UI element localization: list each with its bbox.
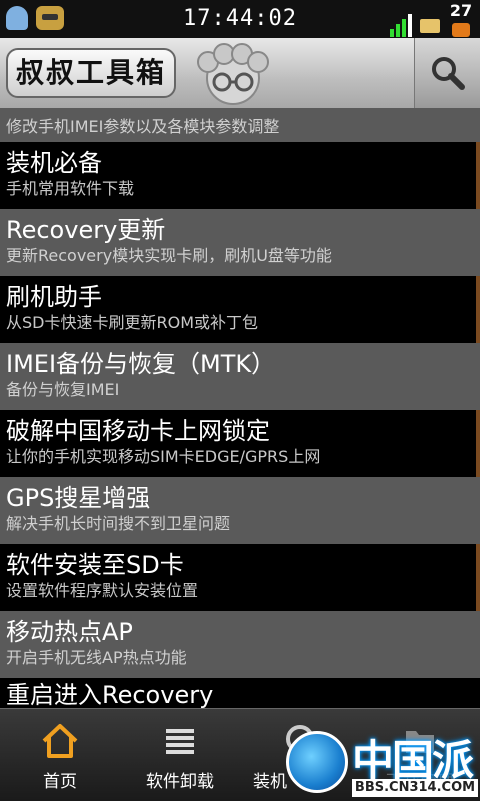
list-item-title: 重启进入Recovery — [6, 681, 214, 708]
tab-home[interactable]: 首页 — [0, 709, 120, 801]
battery-icon: 27 — [448, 1, 474, 37]
list-item[interactable]: Recovery更新 更新Recovery模块实现卡刷，刷机U盘等功能 — [0, 209, 480, 276]
list-item-title: IMEI备份与恢复（MTK） — [6, 350, 276, 378]
list-item-subtitle: 从SD卡快速卡刷更新ROM或补丁包 — [6, 313, 258, 332]
watermark-logo: 中国派 BBS.CN314.COM — [278, 723, 480, 801]
list-item-subtitle: 让你的手机实现移动SIM卡EDGE/GPRS上网 — [6, 447, 321, 466]
list-item-subtitle: 更新Recovery模块实现卡刷，刷机U盘等功能 — [6, 246, 332, 265]
list-item[interactable]: 刷机助手 从SD卡快速卡刷更新ROM或补丁包 — [0, 276, 480, 343]
watermark-circle-icon — [286, 731, 348, 793]
list-item[interactable]: IMEI备份与恢复（MTK） 备份与恢复IMEI — [0, 343, 480, 410]
mascot-icon — [197, 43, 269, 105]
list-item-subtitle: 手机常用软件下载 — [6, 179, 135, 198]
list-item[interactable]: 破解中国移动卡上网锁定 让你的手机实现移动SIM卡EDGE/GPRS上网 — [0, 410, 480, 477]
tab-label: 首页 — [43, 772, 77, 792]
list-item-title: 装机必备 — [6, 149, 102, 177]
list-item-title: Recovery更新 — [6, 216, 166, 244]
list-item[interactable]: 修改手机IMEI参数以及各模块参数调整 — [0, 108, 480, 142]
list-item[interactable]: 软件安装至SD卡 设置软件程序默认安装位置 — [0, 544, 480, 611]
status-bar: 17:44:02 27 — [0, 0, 480, 38]
list-item[interactable]: 移动热点AP 开启手机无线AP热点功能 — [0, 611, 480, 678]
bottom-nav: 首页 软件卸载 装机 下载管理 中国派 BBS.CN314.COM — [0, 708, 480, 801]
signal-icon — [390, 11, 412, 37]
list-item[interactable]: 装机必备 手机常用软件下载 — [0, 142, 480, 209]
list-item[interactable]: 重启进入Recovery — [0, 678, 480, 708]
list-icon — [166, 729, 194, 754]
list-item-title: 软件安装至SD卡 — [6, 551, 184, 579]
battery-level: 27 — [449, 1, 473, 20]
tool-list: 修改手机IMEI参数以及各模块参数调整 装机必备 手机常用软件下载 Recove… — [0, 108, 480, 708]
tab-uninstall[interactable]: 软件卸载 — [120, 709, 240, 801]
search-icon — [432, 57, 465, 90]
list-item-subtitle: 解决手机长时间搜不到卫星问题 — [6, 514, 231, 533]
list-item-subtitle: 设置软件程序默认安装位置 — [6, 581, 199, 600]
home-icon — [42, 724, 78, 758]
list-item[interactable]: GPS搜星增强 解决手机长时间搜不到卫星问题 — [0, 477, 480, 544]
list-item-subtitle: 修改手机IMEI参数以及各模块参数调整 — [6, 117, 280, 136]
list-item-subtitle: 开启手机无线AP热点功能 — [6, 648, 187, 667]
tab-label: 软件卸载 — [146, 772, 214, 792]
crown-icon — [420, 19, 440, 33]
list-item-title: 移动热点AP — [6, 618, 133, 646]
list-item-title: GPS搜星增强 — [6, 484, 151, 512]
status-right-icons: 27 — [390, 1, 474, 37]
watermark-url: BBS.CN314.COM — [352, 779, 478, 797]
list-item-subtitle: 备份与恢复IMEI — [6, 380, 120, 399]
list-item-title: 破解中国移动卡上网锁定 — [6, 417, 270, 445]
search-button[interactable] — [414, 38, 480, 108]
title-bar: 叔叔工具箱 — [0, 38, 480, 110]
app-title: 叔叔工具箱 — [6, 48, 176, 98]
list-item-title: 刷机助手 — [6, 283, 102, 311]
